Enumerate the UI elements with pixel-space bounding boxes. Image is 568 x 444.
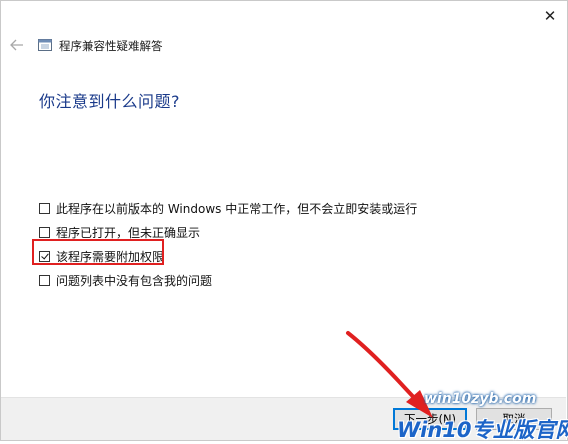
watermark-brand: Win10专业版官网 [397, 418, 568, 442]
red-arrow-annotation [346, 331, 433, 418]
watermark-url: win10zyb.com [424, 391, 537, 407]
